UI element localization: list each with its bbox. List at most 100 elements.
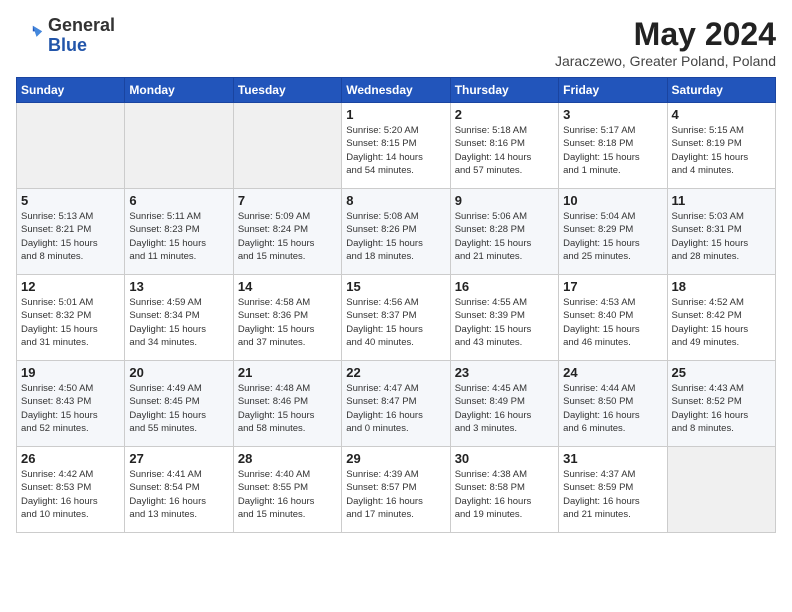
- day-cell: 2 Sunrise: 5:18 AM Sunset: 8:16 PM Daylig…: [450, 103, 558, 189]
- day-cell: 3Sunrise: 5:17 AM Sunset: 8:18 PM Daylig…: [559, 103, 667, 189]
- day-number: 7: [238, 193, 337, 208]
- day-number: 20: [129, 365, 228, 380]
- col-header-wednesday: Wednesday: [342, 78, 450, 103]
- day-info: Sunrise: 5:15 AM Sunset: 8:19 PM Dayligh…: [672, 124, 771, 177]
- day-cell: 5 Sunrise: 5:13 AM Sunset: 8:21 PM Daylig…: [17, 189, 125, 275]
- day-number: 10: [563, 193, 662, 208]
- day-info: Sunrise: 5:04 AM Sunset: 8:29 PM Dayligh…: [563, 210, 662, 263]
- day-number: 18: [672, 279, 771, 294]
- day-info: Sunrise: 5:06 AM Sunset: 8:28 PM Dayligh…: [455, 210, 554, 263]
- logo-general-text: General: [48, 15, 115, 35]
- day-info: Sunrise: 5:17 AM Sunset: 8:18 PM Dayligh…: [563, 124, 662, 177]
- day-number: 5: [21, 193, 120, 208]
- week-row-3: 12 Sunrise: 5:01 AM Sunset: 8:32 PM Dayli…: [17, 275, 776, 361]
- day-info: Sunrise: 4:39 AM Sunset: 8:57 PM Dayligh…: [346, 468, 445, 521]
- day-cell: 27 Sunrise: 4:41 AM Sunset: 8:54 PM Dayli…: [125, 447, 233, 533]
- day-info: Sunrise: 5:13 AM Sunset: 8:21 PM Dayligh…: [21, 210, 120, 263]
- day-cell: 30Sunrise: 4:38 AM Sunset: 8:58 PM Dayli…: [450, 447, 558, 533]
- day-cell: [233, 103, 341, 189]
- day-number: 13: [129, 279, 228, 294]
- day-info: Sunrise: 5:08 AM Sunset: 8:26 PM Dayligh…: [346, 210, 445, 263]
- day-cell: 18 Sunrise: 4:52 AM Sunset: 8:42 PM Dayli…: [667, 275, 775, 361]
- week-row-4: 19 Sunrise: 4:50 AM Sunset: 8:43 PM Dayli…: [17, 361, 776, 447]
- day-info: Sunrise: 5:11 AM Sunset: 8:23 PM Dayligh…: [129, 210, 228, 263]
- day-cell: 11 Sunrise: 5:03 AM Sunset: 8:31 PM Dayli…: [667, 189, 775, 275]
- day-cell: 12 Sunrise: 5:01 AM Sunset: 8:32 PM Dayli…: [17, 275, 125, 361]
- day-number: 8: [346, 193, 445, 208]
- day-info: Sunrise: 5:03 AM Sunset: 8:31 PM Dayligh…: [672, 210, 771, 263]
- day-cell: 26 Sunrise: 4:42 AM Sunset: 8:53 PM Dayli…: [17, 447, 125, 533]
- day-number: 26: [21, 451, 120, 466]
- day-number: 2: [455, 107, 554, 122]
- day-number: 1: [346, 107, 445, 122]
- day-cell: 6Sunrise: 5:11 AM Sunset: 8:23 PM Daylig…: [125, 189, 233, 275]
- day-info: Sunrise: 4:52 AM Sunset: 8:42 PM Dayligh…: [672, 296, 771, 349]
- day-number: 15: [346, 279, 445, 294]
- logo-blue-text: Blue: [48, 35, 87, 55]
- day-number: 11: [672, 193, 771, 208]
- day-cell: 28Sunrise: 4:40 AM Sunset: 8:55 PM Dayli…: [233, 447, 341, 533]
- day-info: Sunrise: 5:20 AM Sunset: 8:15 PM Dayligh…: [346, 124, 445, 177]
- day-number: 27: [129, 451, 228, 466]
- day-info: Sunrise: 4:42 AM Sunset: 8:53 PM Dayligh…: [21, 468, 120, 521]
- day-info: Sunrise: 4:43 AM Sunset: 8:52 PM Dayligh…: [672, 382, 771, 435]
- day-number: 14: [238, 279, 337, 294]
- logo-icon: [16, 22, 44, 50]
- week-row-5: 26 Sunrise: 4:42 AM Sunset: 8:53 PM Dayli…: [17, 447, 776, 533]
- day-info: Sunrise: 4:41 AM Sunset: 8:54 PM Dayligh…: [129, 468, 228, 521]
- day-number: 31: [563, 451, 662, 466]
- day-info: Sunrise: 4:59 AM Sunset: 8:34 PM Dayligh…: [129, 296, 228, 349]
- day-cell: 8 Sunrise: 5:08 AM Sunset: 8:26 PM Daylig…: [342, 189, 450, 275]
- logo: General Blue: [16, 16, 115, 56]
- day-number: 12: [21, 279, 120, 294]
- day-number: 24: [563, 365, 662, 380]
- col-header-monday: Monday: [125, 78, 233, 103]
- day-info: Sunrise: 4:56 AM Sunset: 8:37 PM Dayligh…: [346, 296, 445, 349]
- day-cell: 19 Sunrise: 4:50 AM Sunset: 8:43 PM Dayli…: [17, 361, 125, 447]
- day-cell: 1 Sunrise: 5:20 AM Sunset: 8:15 PM Daylig…: [342, 103, 450, 189]
- day-info: Sunrise: 4:44 AM Sunset: 8:50 PM Dayligh…: [563, 382, 662, 435]
- day-cell: 4Sunrise: 5:15 AM Sunset: 8:19 PM Daylig…: [667, 103, 775, 189]
- day-cell: 16Sunrise: 4:55 AM Sunset: 8:39 PM Dayli…: [450, 275, 558, 361]
- day-cell: 31 Sunrise: 4:37 AM Sunset: 8:59 PM Dayli…: [559, 447, 667, 533]
- day-cell: 22 Sunrise: 4:47 AM Sunset: 8:47 PM Dayli…: [342, 361, 450, 447]
- day-cell: [125, 103, 233, 189]
- day-number: 9: [455, 193, 554, 208]
- col-header-sunday: Sunday: [17, 78, 125, 103]
- day-number: 23: [455, 365, 554, 380]
- day-info: Sunrise: 4:47 AM Sunset: 8:47 PM Dayligh…: [346, 382, 445, 435]
- day-info: Sunrise: 5:09 AM Sunset: 8:24 PM Dayligh…: [238, 210, 337, 263]
- day-number: 21: [238, 365, 337, 380]
- col-header-saturday: Saturday: [667, 78, 775, 103]
- week-row-2: 5 Sunrise: 5:13 AM Sunset: 8:21 PM Daylig…: [17, 189, 776, 275]
- day-number: 29: [346, 451, 445, 466]
- title-block: May 2024 Jaraczewo, Greater Poland, Pola…: [555, 16, 776, 69]
- day-number: 30: [455, 451, 554, 466]
- day-number: 17: [563, 279, 662, 294]
- day-info: Sunrise: 4:49 AM Sunset: 8:45 PM Dayligh…: [129, 382, 228, 435]
- day-info: Sunrise: 4:37 AM Sunset: 8:59 PM Dayligh…: [563, 468, 662, 521]
- day-info: Sunrise: 4:58 AM Sunset: 8:36 PM Dayligh…: [238, 296, 337, 349]
- day-info: Sunrise: 5:01 AM Sunset: 8:32 PM Dayligh…: [21, 296, 120, 349]
- month-title: May 2024: [555, 16, 776, 53]
- day-cell: 24 Sunrise: 4:44 AM Sunset: 8:50 PM Dayli…: [559, 361, 667, 447]
- day-info: Sunrise: 4:50 AM Sunset: 8:43 PM Dayligh…: [21, 382, 120, 435]
- day-info: Sunrise: 4:55 AM Sunset: 8:39 PM Dayligh…: [455, 296, 554, 349]
- day-info: Sunrise: 4:45 AM Sunset: 8:49 PM Dayligh…: [455, 382, 554, 435]
- day-cell: 13 Sunrise: 4:59 AM Sunset: 8:34 PM Dayli…: [125, 275, 233, 361]
- day-cell: 29 Sunrise: 4:39 AM Sunset: 8:57 PM Dayli…: [342, 447, 450, 533]
- day-cell: 20 Sunrise: 4:49 AM Sunset: 8:45 PM Dayli…: [125, 361, 233, 447]
- week-row-1: 1 Sunrise: 5:20 AM Sunset: 8:15 PM Daylig…: [17, 103, 776, 189]
- col-header-thursday: Thursday: [450, 78, 558, 103]
- col-header-tuesday: Tuesday: [233, 78, 341, 103]
- day-number: 22: [346, 365, 445, 380]
- day-number: 19: [21, 365, 120, 380]
- day-cell: 17Sunrise: 4:53 AM Sunset: 8:40 PM Dayli…: [559, 275, 667, 361]
- day-cell: 9 Sunrise: 5:06 AM Sunset: 8:28 PM Daylig…: [450, 189, 558, 275]
- day-cell: 7 Sunrise: 5:09 AM Sunset: 8:24 PM Daylig…: [233, 189, 341, 275]
- day-cell: 23 Sunrise: 4:45 AM Sunset: 8:49 PM Dayli…: [450, 361, 558, 447]
- header-row: SundayMondayTuesdayWednesdayThursdayFrid…: [17, 78, 776, 103]
- page-header: General Blue May 2024 Jaraczewo, Greater…: [16, 16, 776, 69]
- day-cell: [17, 103, 125, 189]
- day-info: Sunrise: 5:18 AM Sunset: 8:16 PM Dayligh…: [455, 124, 554, 177]
